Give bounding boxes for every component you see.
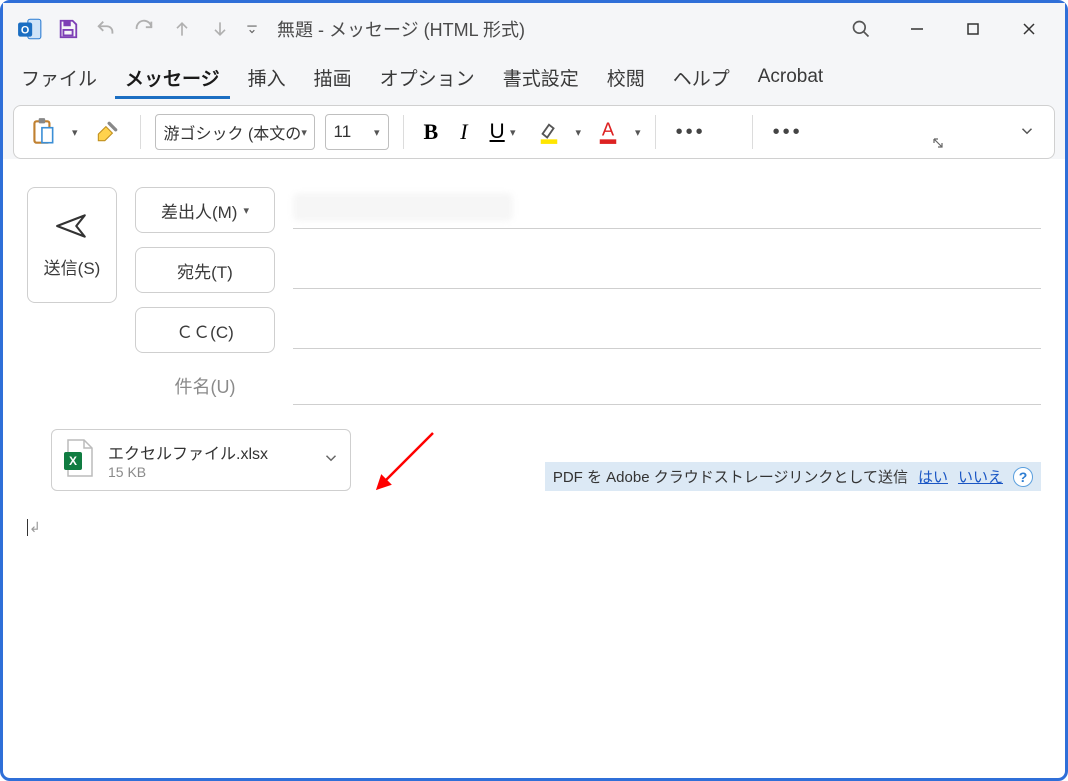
collapse-ribbon-icon[interactable] [1018,122,1036,145]
tab-insert[interactable]: 挿入 [238,56,296,99]
from-field[interactable] [293,191,1041,229]
from-label: 差出人(M) [161,198,237,223]
subject-label: 件名(U) [135,373,275,399]
send-label: 送信(S) [44,254,101,279]
tab-draw[interactable]: 描画 [304,56,362,99]
ribbon-launcher-icon[interactable] [932,137,944,152]
adobe-no-link[interactable]: いいえ [958,466,1003,487]
subject-field[interactable] [293,367,1041,405]
overflow-button[interactable]: ••• [767,112,809,152]
attachment-chip[interactable]: X エクセルファイル.xlsx 15 KB [51,429,351,491]
excel-file-icon: X [62,438,96,483]
font-size-select[interactable]: 11▾ [325,114,389,150]
svg-text:O: O [21,24,29,36]
highlight-dropdown-icon[interactable]: ▾ [576,126,582,139]
italic-button[interactable]: I [454,112,473,152]
svg-text:X: X [69,454,77,468]
ribbon: ▾ 游ゴシック (本文の▾ 11▾ B I U ▾ ▾ A ▾ ••• ••• [13,105,1055,159]
to-field[interactable] [293,251,1041,289]
compose-header: 送信(S) 差出人(M) ▾ 宛先(T) ＣＣ(C) 件名(U) [3,159,1065,419]
font-color-button[interactable]: A [591,112,625,152]
close-button[interactable] [1001,9,1057,49]
adobe-prompt-bar: PDF を Adobe クラウドストレージリンクとして送信 はい いいえ ? [545,462,1041,491]
down-arrow-icon[interactable] [205,14,235,44]
redo-icon[interactable] [129,14,159,44]
help-icon[interactable]: ? [1013,467,1033,487]
attachment-dropdown-icon[interactable] [322,449,340,472]
bold-button[interactable]: B [418,112,445,152]
font-name-value: 游ゴシック (本文の [164,120,302,144]
up-arrow-icon[interactable] [167,14,197,44]
ribbon-wrap: ▾ 游ゴシック (本文の▾ 11▾ B I U ▾ ▾ A ▾ ••• ••• [3,99,1065,159]
minimize-button[interactable] [889,9,945,49]
to-button[interactable]: 宛先(T) [135,247,275,293]
tab-options[interactable]: オプション [370,56,485,99]
cursor-icon: ↲ [27,519,41,536]
more-options-button[interactable]: ••• [670,112,712,152]
to-label: 宛先(T) [177,258,233,283]
title-bar: O 無題 - メッセージ (HTML 形式) [3,3,1065,55]
attachment-size: 15 KB [108,464,310,480]
cc-button[interactable]: ＣＣ(C) [135,307,275,353]
send-button[interactable]: 送信(S) [27,187,117,303]
attachment-row: X エクセルファイル.xlsx 15 KB PDF を Adobe クラウドスト… [3,429,1065,491]
underline-button[interactable]: U ▾ [484,112,522,152]
tab-message[interactable]: メッセージ [115,56,230,99]
paste-button[interactable] [24,112,62,152]
tab-acrobat[interactable]: Acrobat [748,58,833,96]
cc-label: ＣＣ(C) [176,318,234,343]
format-painter-button[interactable] [88,112,126,152]
message-body[interactable]: ↲ [3,491,1065,565]
maximize-button[interactable] [945,9,1001,49]
paste-dropdown-icon[interactable]: ▾ [72,126,78,139]
tab-format[interactable]: 書式設定 [493,56,589,99]
tab-review[interactable]: 校閲 [597,56,655,99]
adobe-prompt-text: PDF を Adobe クラウドストレージリンクとして送信 [553,466,908,487]
font-size-value: 11 [334,122,352,142]
tab-file[interactable]: ファイル [11,56,107,99]
highlight-button[interactable] [532,112,566,152]
chevron-down-icon: ▾ [243,204,249,217]
qat-customize-icon[interactable] [243,14,261,44]
tab-help[interactable]: ヘルプ [663,56,740,99]
font-name-select[interactable]: 游ゴシック (本文の▾ [155,114,315,150]
ribbon-tabs: ファイル メッセージ 挿入 描画 オプション 書式設定 校閲 ヘルプ Acrob… [3,55,1065,99]
save-icon[interactable] [53,14,83,44]
svg-text:A: A [602,119,615,140]
send-icon [55,212,89,240]
window-title: 無題 - メッセージ (HTML 形式) [277,16,525,42]
adobe-yes-link[interactable]: はい [918,466,948,487]
cc-field[interactable] [293,311,1041,349]
search-icon[interactable] [833,9,889,49]
attachment-filename: エクセルファイル.xlsx [108,440,310,464]
undo-icon[interactable] [91,14,121,44]
from-button[interactable]: 差出人(M) ▾ [135,187,275,233]
outlook-icon: O [15,14,45,44]
font-color-dropdown-icon[interactable]: ▾ [635,126,641,139]
